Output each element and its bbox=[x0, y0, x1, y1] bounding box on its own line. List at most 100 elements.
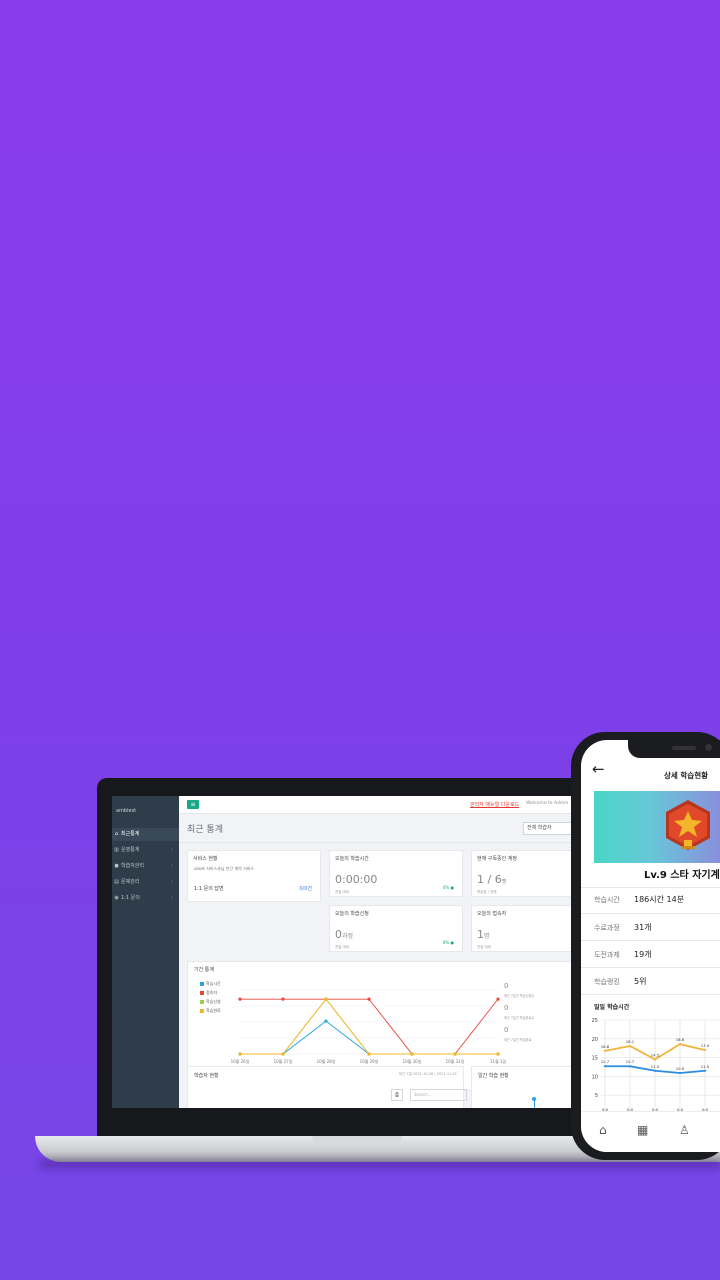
data-point bbox=[496, 1052, 500, 1056]
data-point bbox=[324, 997, 328, 1001]
data-point bbox=[324, 1019, 328, 1023]
challenges-value: 19개 bbox=[634, 950, 652, 959]
chevron-right-icon: › bbox=[171, 879, 173, 885]
x-tick-label: 10월 31일 bbox=[446, 1058, 465, 1064]
sidebar: amblest ⌂ 최근통계 ▥ 운영통계 › ● 학습자관리 › ▤ 문제관리 › ◉ 1:1… bbox=[112, 796, 179, 1108]
phone-speaker bbox=[672, 746, 696, 750]
data-point bbox=[678, 1071, 682, 1075]
sidebar-item-learners[interactable]: ● 학습자관리 › bbox=[112, 860, 179, 873]
legend-label: 학습신청 bbox=[206, 999, 221, 1004]
home-icon[interactable]: ⌂ bbox=[599, 1123, 607, 1137]
phone-camera bbox=[705, 744, 712, 751]
legend-label: 학습완료 bbox=[206, 1008, 221, 1013]
divider bbox=[581, 940, 720, 941]
laptop-base-notch bbox=[312, 1136, 402, 1144]
today-course-apply-card: 오늘의 학습신청 0과정 전일 대비 0% ● bbox=[329, 905, 463, 952]
completed-courses-value: 31개 bbox=[634, 923, 652, 932]
data-point bbox=[703, 1069, 707, 1072]
search-input[interactable]: Search... bbox=[410, 1089, 467, 1101]
data-label: 11.5 bbox=[651, 1064, 660, 1069]
grid-icon[interactable]: ▦ bbox=[637, 1123, 648, 1137]
back-arrow-icon[interactable]: ← bbox=[592, 762, 605, 777]
series-line-학습완료 bbox=[240, 998, 498, 1055]
data-point bbox=[281, 1052, 285, 1056]
export-icon[interactable]: ⎙ bbox=[391, 1089, 403, 1101]
page-title: 최근 통계 bbox=[187, 825, 223, 835]
x-tick-label: 10월 26일 bbox=[231, 1058, 250, 1064]
qa-count-link[interactable]: 0/0건 bbox=[299, 885, 312, 892]
series-line-접속자 bbox=[240, 998, 499, 1055]
data-label: 14.5 bbox=[651, 1052, 660, 1057]
chevron-right-icon: › bbox=[171, 863, 173, 869]
service-status-card: 서비스 현황 ulook 서비스과님 연간 계약 서비스 1:1 문의 답변 0… bbox=[187, 850, 321, 902]
data-point bbox=[238, 997, 242, 1001]
y-tick-label: 10 bbox=[592, 1074, 598, 1080]
legend-item: 학습신청 bbox=[200, 999, 221, 1005]
learner-status-card: 학습자 현황 최근 7일 2021-10-26 | 2021-11-01 ⎙ S… bbox=[187, 1066, 467, 1108]
welcome-text: Welcome to Admin bbox=[526, 801, 569, 806]
phone-page-title: 상세 학습현황 bbox=[664, 771, 709, 780]
data-point bbox=[678, 1042, 682, 1046]
phone-screen: ← 상세 학습현황 Lv.9 스타 자기계발러 학습시간 186시간 14분 수… bbox=[581, 740, 720, 1152]
level-banner bbox=[594, 791, 720, 863]
study-time-value: 186시간 14분 bbox=[634, 895, 685, 904]
bar-chart-icon: ▥ bbox=[114, 847, 119, 853]
data-point bbox=[653, 1069, 657, 1072]
sidebar-item-recent-stats[interactable]: ⌂ 최근통계 bbox=[112, 828, 179, 841]
data-label: 12.7 bbox=[626, 1059, 635, 1064]
daily-study-chart-title: 일일 학습시간 bbox=[594, 1004, 630, 1011]
home-icon: ⌂ bbox=[114, 831, 119, 837]
y-tick-label: 15 bbox=[592, 1056, 598, 1062]
person-icon[interactable]: ♙ bbox=[679, 1123, 690, 1137]
sidebar-item-problems[interactable]: ▤ 문제관리 › bbox=[112, 876, 179, 889]
x-tick-label: 11월 1일 bbox=[490, 1058, 507, 1064]
data-label: 17.0 bbox=[701, 1043, 710, 1048]
data-point bbox=[367, 1052, 371, 1056]
x-tick-label: 10월 27일 bbox=[274, 1058, 293, 1064]
divider bbox=[581, 913, 720, 914]
legend-label: 학습시간 bbox=[206, 981, 221, 986]
data-point bbox=[653, 1058, 657, 1061]
legend-swatch bbox=[200, 1009, 204, 1013]
data-point bbox=[603, 1065, 607, 1068]
legend-item: 학습시간 bbox=[200, 981, 221, 987]
legend-swatch bbox=[200, 991, 204, 995]
chevron-right-icon: › bbox=[171, 847, 173, 853]
bottom-tab-bar: ⌂ ▦ ♙ bbox=[581, 1111, 720, 1152]
divider bbox=[581, 994, 720, 995]
data-point bbox=[703, 1048, 707, 1052]
data-point bbox=[628, 1065, 632, 1068]
legend-swatch bbox=[200, 1000, 204, 1004]
chat-icon: ◉ bbox=[114, 895, 119, 901]
series-line-학습신청 bbox=[240, 998, 498, 1055]
x-tick-label: 10월 28일 bbox=[317, 1058, 336, 1064]
data-label: 18.1 bbox=[626, 1039, 635, 1044]
period-line-chart: 10월 26일 10월 27일 10월 28일 10월 29일 10월 30일 10월 3… bbox=[231, 989, 507, 1064]
data-point bbox=[628, 1044, 632, 1048]
sidebar-item-operation-stats[interactable]: ▥ 운영통계 › bbox=[112, 844, 179, 857]
user-icon: ● bbox=[114, 863, 119, 869]
brand-logo: amblest bbox=[116, 808, 137, 814]
laptop-shadow bbox=[40, 1160, 720, 1168]
star-badge-icon bbox=[666, 800, 710, 850]
period-stats-title: 기간 통계 bbox=[194, 967, 214, 973]
sidebar-item-inquiry[interactable]: ◉ 1:1 문의 › bbox=[112, 892, 179, 905]
data-point bbox=[238, 1052, 242, 1056]
ranking-value: 5위 bbox=[634, 977, 647, 986]
data-point bbox=[453, 1052, 457, 1056]
data-label: 12.7 bbox=[601, 1059, 610, 1064]
today-study-time-card: 오늘의 학습시간 0:00:00 전일 대비 0% ● bbox=[329, 850, 463, 897]
level-title: Lv.9 스타 자기계발러 bbox=[644, 870, 720, 881]
y-tick-label: 20 bbox=[592, 1037, 598, 1043]
mini-chart-point bbox=[532, 1097, 536, 1101]
data-label: 11.5 bbox=[701, 1064, 710, 1069]
legend-label: 접속자 bbox=[206, 990, 218, 995]
data-point bbox=[410, 1052, 414, 1056]
chevron-right-icon: › bbox=[171, 895, 173, 901]
divider bbox=[581, 887, 720, 888]
menu-toggle-button[interactable]: ≡ bbox=[187, 800, 199, 809]
manual-download-link[interactable]: 관리자 매뉴얼 다운로드 bbox=[470, 801, 519, 808]
data-label: 10.9 bbox=[676, 1066, 685, 1071]
data-point bbox=[496, 997, 500, 1001]
y-tick-label: 25 bbox=[592, 1018, 598, 1024]
